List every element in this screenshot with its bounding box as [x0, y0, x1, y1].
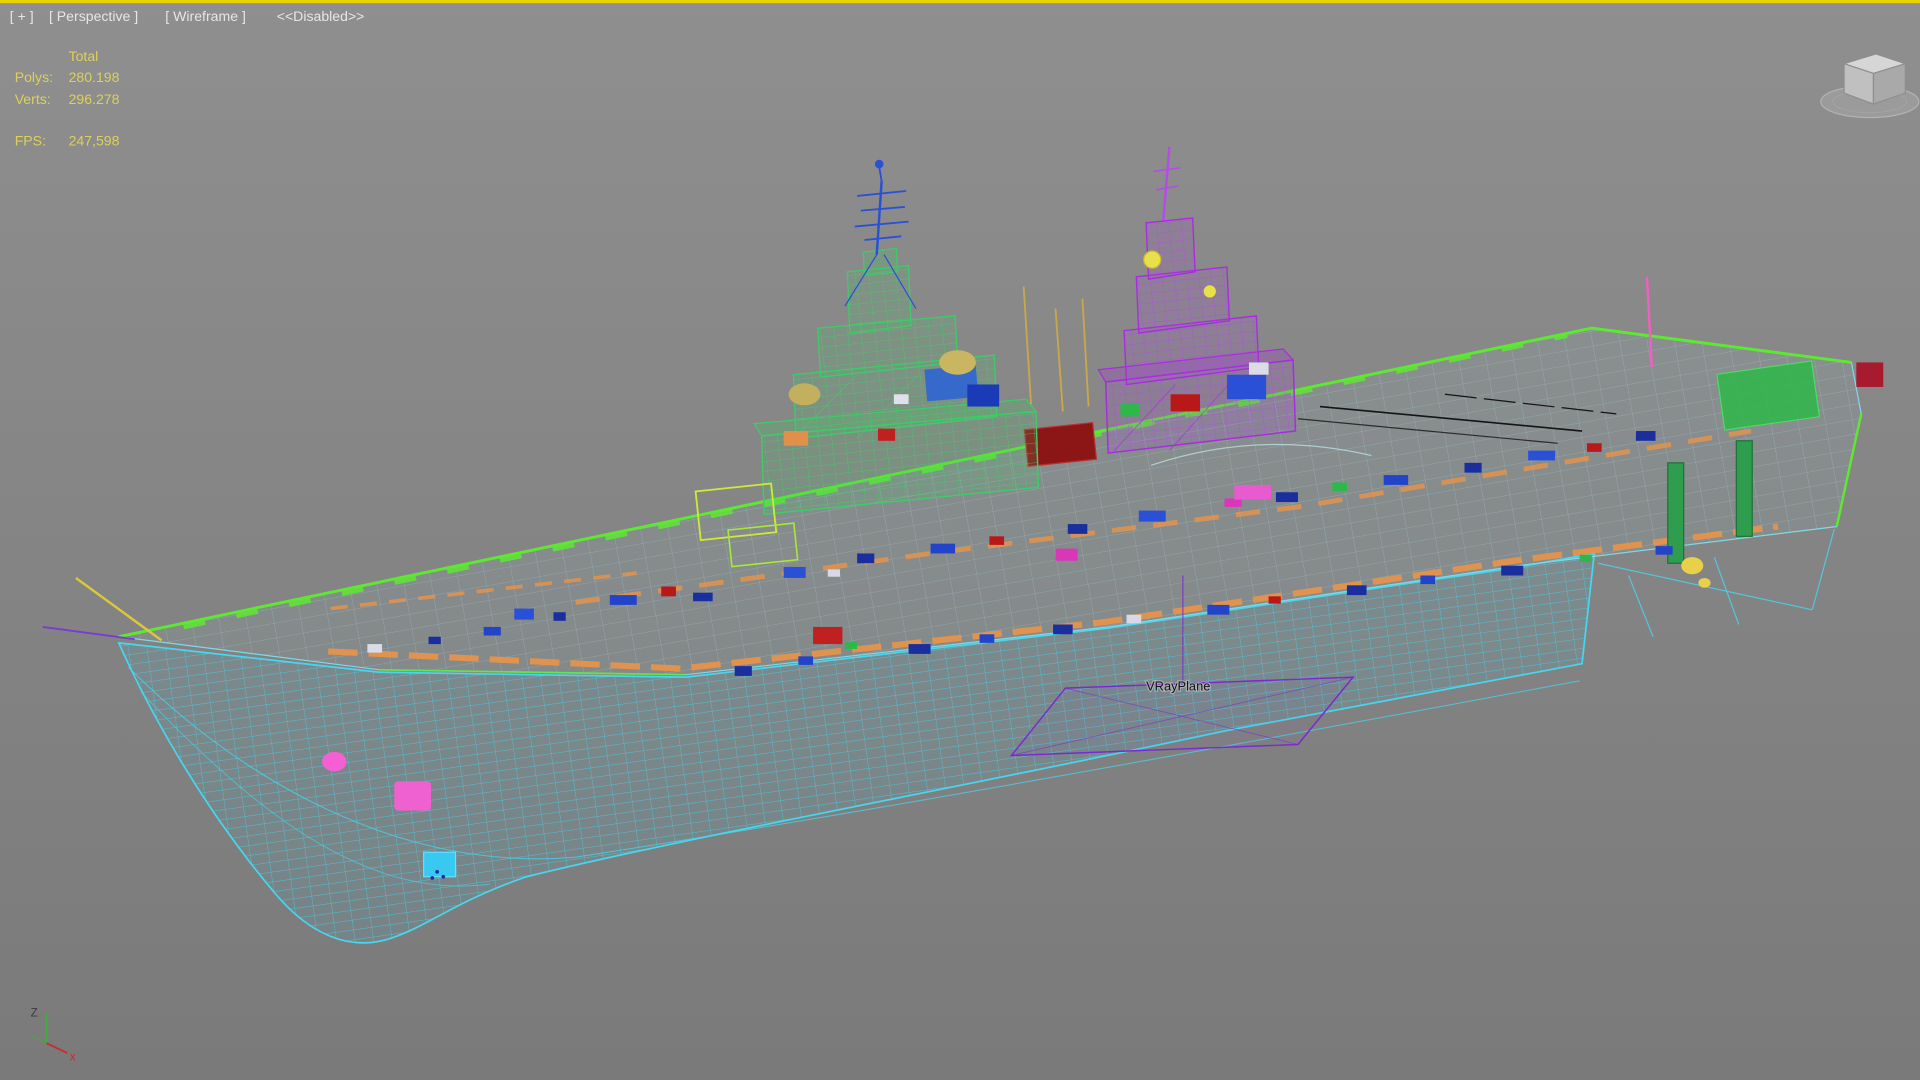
deck-equipment-box: [1420, 575, 1436, 585]
forward-island-red-box: [877, 428, 896, 441]
stats-polys-value: 280.198: [69, 69, 120, 85]
viewport-canvas[interactable]: VRayPlane [ + ] [ Perspective ] [ Wirefr…: [0, 0, 1920, 1080]
deck-equipment-box: [827, 569, 840, 577]
deck-pink-strip: [1234, 484, 1272, 500]
deck-equipment-box: [798, 656, 814, 665]
deck-equipment-box: [1224, 498, 1242, 507]
stern-pillar: [1735, 440, 1753, 537]
deck-equipment-box: [1332, 482, 1347, 492]
stats-polys-label: Polys:: [15, 69, 53, 85]
aft-island-red-box: [1170, 394, 1200, 412]
stern-yellow-blob: [1681, 557, 1704, 575]
max-viewport[interactable]: VRayPlane [ + ] [ Perspective ] [ Wirefr…: [0, 0, 1920, 1080]
stats-header: Total: [69, 48, 99, 64]
deck-equipment-box: [609, 595, 637, 605]
hull-cyan-patch: [423, 851, 457, 878]
deck-equipment-box: [783, 566, 806, 578]
active-viewport-border: [0, 0, 1920, 4]
forward-island-mast-platform: [862, 247, 899, 277]
aft-island-yellow-ball: [1143, 250, 1162, 269]
forward-island-white-box: [893, 394, 909, 405]
hull-dot: [435, 870, 439, 874]
viewport-pov-menu[interactable]: [ Perspective ]: [49, 8, 138, 24]
x-axis-label: x: [70, 1050, 76, 1063]
deck-equipment-box: [1138, 510, 1166, 522]
viewport-label: [ + ] [ Perspective ] [ Wireframe ] <<Di…: [10, 8, 365, 24]
aft-island-yellow-ball: [1203, 285, 1216, 298]
stats-verts-label: Verts:: [15, 91, 51, 107]
deck-equipment-box: [1856, 362, 1884, 387]
deck-equipment-box: [1346, 585, 1367, 596]
hull-pink-blob: [394, 781, 432, 811]
deck-equipment-box: [930, 543, 956, 554]
deck-equipment-box: [1055, 548, 1078, 561]
forward-island-orange-box: [783, 431, 809, 446]
aft-island-white-box: [1248, 362, 1269, 375]
viewport-general-menu[interactable]: [ + ]: [10, 8, 34, 24]
deck-equipment-box: [693, 592, 713, 602]
forward-island-khaki-blob: [939, 350, 976, 375]
forward-island-blue-panel: [967, 384, 1000, 407]
forward-island-khaki-blob: [788, 383, 821, 406]
hull-pink-blob: [322, 751, 347, 772]
deck-equipment-box: [1207, 604, 1230, 615]
aft-island-blue-panel: [1226, 374, 1267, 400]
stats-fps-label: FPS:: [15, 133, 46, 149]
viewport-shading-menu[interactable]: [ Wireframe ]: [165, 8, 246, 24]
deck-equipment-box: [1586, 443, 1602, 452]
deck-equipment-box: [1053, 624, 1073, 635]
hull-dot: [441, 874, 446, 879]
stern-yellow-blob: [1698, 577, 1711, 588]
hull-dot: [430, 876, 435, 880]
deck-equipment-box: [1268, 596, 1281, 604]
deck-equipment-box: [1067, 524, 1088, 534]
deck-equipment-box: [1528, 450, 1556, 461]
deck-equipment-box: [1275, 492, 1298, 503]
aft-island-tower: [1145, 217, 1196, 280]
forward-island-tower: [846, 264, 912, 334]
deck-equipment-box: [1655, 546, 1673, 555]
stats-fps-value: 247,598: [69, 133, 120, 149]
deck-equipment-box: [1464, 462, 1482, 473]
deck-equipment-box: [367, 644, 383, 653]
deck-equipment-box: [1635, 431, 1656, 441]
z-axis-label: Z: [31, 1006, 38, 1019]
viewport-disabled-note: <<Disabled>>: [277, 8, 365, 24]
deck-red-box: [813, 626, 843, 645]
vrayplane-label: VRayPlane: [1146, 679, 1210, 694]
deck-equipment-box: [844, 641, 858, 649]
aft-island-green-box: [1120, 404, 1140, 417]
deck-equipment-box: [483, 626, 501, 636]
deck-equipment-box: [1126, 614, 1142, 624]
deck-equipment-box: [734, 666, 752, 676]
deck-equipment-box: [857, 553, 875, 564]
deck-equipment-box: [979, 634, 995, 643]
deck-equipment-box: [553, 612, 566, 621]
deck-equipment-box: [908, 644, 931, 654]
stats-verts-value: 296.278: [69, 91, 120, 107]
deck-equipment-box: [428, 636, 441, 645]
deck-equipment-box: [1579, 554, 1592, 563]
deck-equipment-box: [661, 586, 676, 597]
deck-equipment-box: [989, 536, 1005, 545]
deck-equipment-box: [1501, 565, 1524, 576]
deck-equipment-box: [1383, 475, 1409, 485]
deck-equipment-box: [514, 608, 534, 620]
